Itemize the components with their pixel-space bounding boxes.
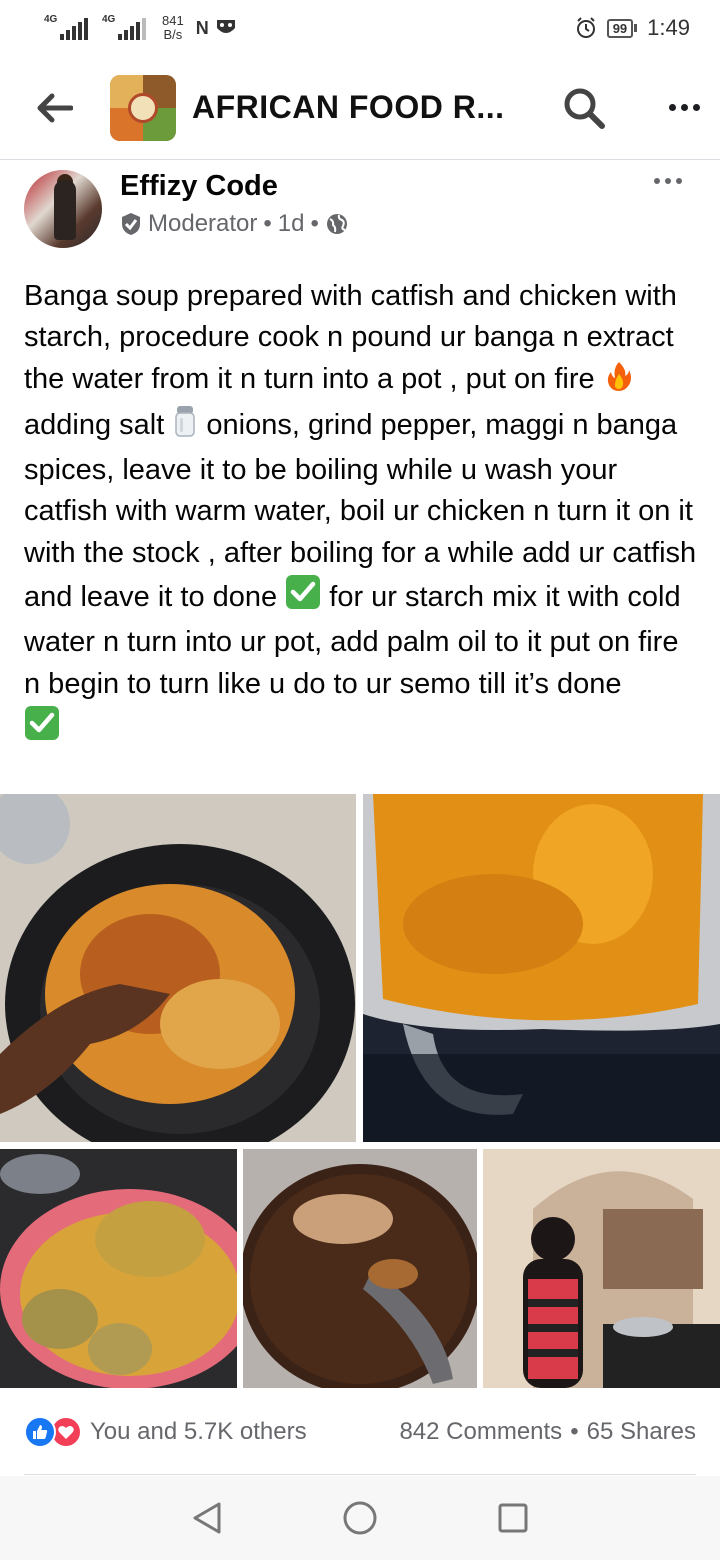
battery-level: 99 [606, 18, 634, 38]
post-more-icon [654, 178, 660, 184]
check-mark-emoji-icon [285, 574, 321, 622]
back-button[interactable] [0, 56, 110, 160]
comments-count[interactable]: 842 Comments [399, 1418, 562, 1446]
shares-count[interactable]: 65 Shares [587, 1418, 696, 1446]
post-text: Banga soup prepared with catfish and chi… [24, 276, 698, 753]
moderator-badge-icon [122, 213, 140, 235]
system-nav-bar [0, 1476, 720, 1560]
photo-banga-pounding[interactable] [0, 794, 356, 1142]
like-icon [24, 1416, 56, 1448]
post-time[interactable]: 1d [278, 210, 305, 238]
salt-emoji-icon [172, 404, 198, 450]
nav-home-button[interactable] [330, 1488, 390, 1548]
signal-1-label: 4G [44, 14, 58, 25]
nav-back-button[interactable] [177, 1488, 237, 1548]
net-speed-unit: B/s [163, 27, 183, 42]
nav-home-icon [343, 1501, 377, 1535]
group-title[interactable]: AFRICAN FOOD R... [192, 89, 504, 126]
back-arrow-icon [37, 93, 73, 122]
author-name[interactable]: Effizy Code [120, 170, 278, 203]
post-text-part-2: adding salt [24, 408, 173, 441]
meta-separator-1: • [263, 210, 272, 237]
battery-icon: 99 [606, 18, 638, 38]
photo-cook-at-stove[interactable] [483, 1149, 720, 1388]
reactions-bar: You and 5.7K others 842 Comments • 65 Sh… [24, 1406, 696, 1458]
search-button[interactable] [554, 78, 614, 138]
meta-separator-2: • [310, 210, 319, 237]
author-avatar[interactable] [24, 170, 102, 248]
more-button[interactable] [654, 78, 714, 138]
group-avatar[interactable] [110, 74, 176, 141]
more-icon [668, 104, 676, 111]
divider [24, 1474, 696, 1475]
notification-n-icon: N [195, 17, 209, 38]
post-header: Effizy Code Moderator • 1d • [24, 170, 696, 250]
search-icon [564, 88, 606, 129]
signal-2-label: 4G [102, 14, 116, 25]
nav-recents-icon [498, 1503, 528, 1533]
notification-app-icon [216, 20, 235, 33]
photo-soup-bowl[interactable] [0, 1149, 237, 1388]
photo-catfish-pot[interactable] [243, 1149, 477, 1388]
reactions-count[interactable]: You and 5.7K others [90, 1418, 307, 1446]
status-bar: 4G 4G 841 B/s N 99 1:49 [0, 0, 720, 56]
net-speed-value: 841 [162, 13, 184, 28]
check-mark-emoji-icon-2 [24, 705, 60, 753]
post-meta: Moderator • 1d • [120, 210, 349, 238]
stats-separator: • [570, 1418, 579, 1445]
fire-emoji-icon [603, 360, 635, 404]
clock: 1:49 [647, 15, 690, 40]
signal-2-icon: 4G [102, 14, 146, 40]
alarm-icon [576, 17, 595, 38]
globe-icon [326, 214, 347, 234]
author-role: Moderator [148, 210, 258, 237]
nav-back-icon [193, 1502, 221, 1534]
post-options-button[interactable] [654, 178, 682, 184]
photo-starch-pot[interactable] [363, 794, 720, 1142]
net-speed: 841 B/s [162, 14, 184, 42]
reaction-icons[interactable] [24, 1416, 82, 1448]
nav-recents-button[interactable] [483, 1488, 543, 1548]
photo-grid [0, 794, 720, 1388]
signal-1-icon: 4G [44, 14, 88, 40]
app-header: AFRICAN FOOD R... [0, 56, 720, 160]
post-text-part-1: Banga soup prepared with catfish and chi… [24, 280, 677, 395]
